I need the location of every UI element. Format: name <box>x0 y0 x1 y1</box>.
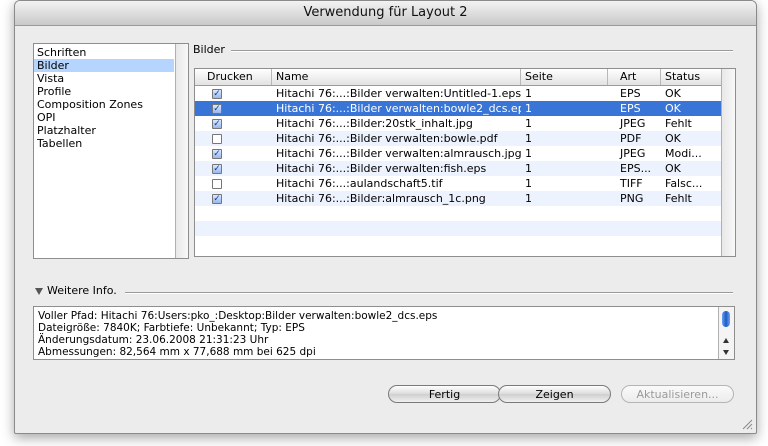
cell-name: Hitachi 76:...:Bilder:20stk_inhalt.jpg <box>276 117 473 130</box>
category-list-scrollbar[interactable] <box>175 44 188 258</box>
column-header-status[interactable]: Status <box>661 69 721 85</box>
window-title: Verwendung für Layout 2 <box>15 1 756 26</box>
more-info-text: Voller Pfad: Hitachi 76:Users:pko_:Deskt… <box>38 310 437 358</box>
more-info-scrollbar[interactable] <box>718 307 734 359</box>
cell-type: EPS <box>620 102 641 115</box>
info-line: Dateigröße: 7840K; Farbtiefe: Unbekannt;… <box>38 322 305 334</box>
print-checkbox[interactable]: ✓ <box>212 89 222 99</box>
cell-name: Hitachi 76:...:Bilder:almrausch_1c.png <box>276 192 486 205</box>
info-line: Abmessungen: 82,564 mm x 77,688 mm bei 6… <box>38 346 316 358</box>
print-checkbox[interactable]: ✓ <box>212 119 222 129</box>
cell-page: 1 <box>525 162 532 175</box>
table-row-empty <box>195 236 721 251</box>
section-title-bilder: Bilder <box>193 43 231 56</box>
scroll-thumb[interactable] <box>722 311 730 327</box>
sidebar-item-vista[interactable]: Vista <box>34 72 174 85</box>
cell-type: EPS... <box>620 162 652 175</box>
sidebar-item-bilder[interactable]: Bilder <box>34 59 174 72</box>
cell-page: 1 <box>525 177 532 190</box>
print-checkbox[interactable]: ✓ <box>212 104 222 114</box>
info-line: Änderungsdatum: 23.06.2008 21:31:23 Uhr <box>38 334 269 346</box>
done-button[interactable]: Fertig <box>388 385 501 403</box>
table-row[interactable]: ✓ Hitachi 76:...:Bilder verwalten:almraus… <box>195 146 721 161</box>
cell-status: Fehlt <box>665 117 692 130</box>
print-checkbox[interactable] <box>212 134 222 144</box>
cell-type: JPEG <box>620 117 646 130</box>
more-info-panel: Voller Pfad: Hitachi 76:Users:pko_:Deskt… <box>33 306 735 360</box>
table-row-empty <box>195 206 721 221</box>
cell-status: Modi... <box>665 147 702 160</box>
usage-dialog: Verwendung für Layout 2 Schriften Bilder V… <box>14 0 757 434</box>
cell-name: Hitachi 76:...:Bilder verwalten:bowle.pd… <box>276 132 498 145</box>
table-scrollbar[interactable] <box>721 69 735 256</box>
sidebar-item-composition-zones[interactable]: Composition Zones <box>34 98 174 111</box>
print-checkbox[interactable]: ✓ <box>212 164 222 174</box>
table-row[interactable]: ✓ Hitachi 76:...:Bilder:almrausch_1c.png 1… <box>195 191 721 206</box>
cell-status: OK <box>665 87 681 100</box>
cell-status: Fehlt <box>665 192 692 205</box>
cell-page: 1 <box>525 102 532 115</box>
table-row[interactable]: ✓ Hitachi 76:...:Bilder verwalten:Untitle… <box>195 86 721 101</box>
section-divider-more-info <box>125 292 733 294</box>
sidebar-item-profile[interactable]: Profile <box>34 85 174 98</box>
cell-name: Hitachi 76:...:Bilder verwalten:Untitled… <box>276 87 521 100</box>
table-body: ✓ Hitachi 76:...:Bilder verwalten:Untitle… <box>195 86 721 251</box>
table-header: Drucken Name Seite Art Status <box>195 69 721 86</box>
column-header-page[interactable]: Seite <box>521 69 608 85</box>
cell-page: 1 <box>525 192 532 205</box>
info-line: Voller Pfad: Hitachi 76:Users:pko_:Deskt… <box>38 310 438 322</box>
cell-page: 1 <box>525 117 532 130</box>
disclosure-triangle-icon[interactable] <box>35 287 43 295</box>
cell-name: Hitachi 76:...:Bilder verwalten:almrausc… <box>276 147 521 160</box>
print-checkbox[interactable]: ✓ <box>212 149 222 159</box>
table-row[interactable]: ✓ Hitachi 76:...:Bilder verwalten:bowle2_… <box>195 101 721 116</box>
cell-type: PNG <box>620 192 644 205</box>
cell-status: Falsc... <box>665 177 703 190</box>
sidebar-item-platzhalter[interactable]: Platzhalter <box>34 124 174 137</box>
cell-page: 1 <box>525 132 532 145</box>
cell-page: 1 <box>525 147 532 160</box>
sidebar-item-schriften[interactable]: Schriften <box>34 46 174 59</box>
cell-name: Hitachi 76:...:Bilder verwalten:bowle2_d… <box>276 102 521 115</box>
cell-page: 1 <box>525 87 532 100</box>
sidebar-item-opi[interactable]: OPI <box>34 111 174 124</box>
cell-type: TIFF <box>620 177 643 190</box>
cell-name: Hitachi 76:...:aulandschaft5.tif <box>276 177 443 190</box>
cell-type: PDF <box>620 132 642 145</box>
cell-status: OK <box>665 102 681 115</box>
category-list-items: Schriften Bilder Vista Profile Composition Z… <box>34 46 174 150</box>
cell-type: EPS <box>620 87 641 100</box>
table-row-empty <box>195 221 721 236</box>
scroll-down-arrow-icon[interactable] <box>723 350 729 355</box>
print-checkbox[interactable] <box>212 179 222 189</box>
more-info-label: Weitere Info. <box>47 284 117 297</box>
table-row[interactable]: Hitachi 76:...:Bilder verwalten:bowle.pd… <box>195 131 721 146</box>
table-row[interactable]: Hitachi 76:...:aulandschaft5.tif 1 TIFF Fal… <box>195 176 721 191</box>
column-header-print[interactable]: Drucken <box>195 69 272 85</box>
sidebar-item-tabellen[interactable]: Tabellen <box>34 137 174 150</box>
cell-type: JPEG <box>620 147 646 160</box>
section-divider-bilder <box>225 50 733 52</box>
print-checkbox[interactable]: ✓ <box>212 194 222 204</box>
more-info-toggle[interactable]: Weitere Info. <box>35 284 117 297</box>
scroll-up-arrow-icon[interactable] <box>723 338 729 343</box>
category-list[interactable]: Schriften Bilder Vista Profile Composition Z… <box>33 43 189 259</box>
table-row[interactable]: ✓ Hitachi 76:...:Bilder verwalten:fish.ep… <box>195 161 721 176</box>
images-table: Drucken Name Seite Art Status ✓ Hitachi 7… <box>194 68 736 257</box>
resize-grip-icon[interactable] <box>741 418 753 430</box>
cell-name: Hitachi 76:...:Bilder verwalten:fish.eps <box>276 162 487 175</box>
show-button[interactable]: Zeigen <box>498 385 611 403</box>
column-header-type[interactable]: Art <box>608 69 661 85</box>
table-row[interactable]: ✓ Hitachi 76:...:Bilder:20stk_inhalt.jpg 1… <box>195 116 721 131</box>
cell-status: OK <box>665 132 681 145</box>
column-header-name[interactable]: Name <box>272 69 521 85</box>
update-button[interactable]: Aktualisieren... <box>621 385 734 403</box>
cell-status: OK <box>665 162 681 175</box>
